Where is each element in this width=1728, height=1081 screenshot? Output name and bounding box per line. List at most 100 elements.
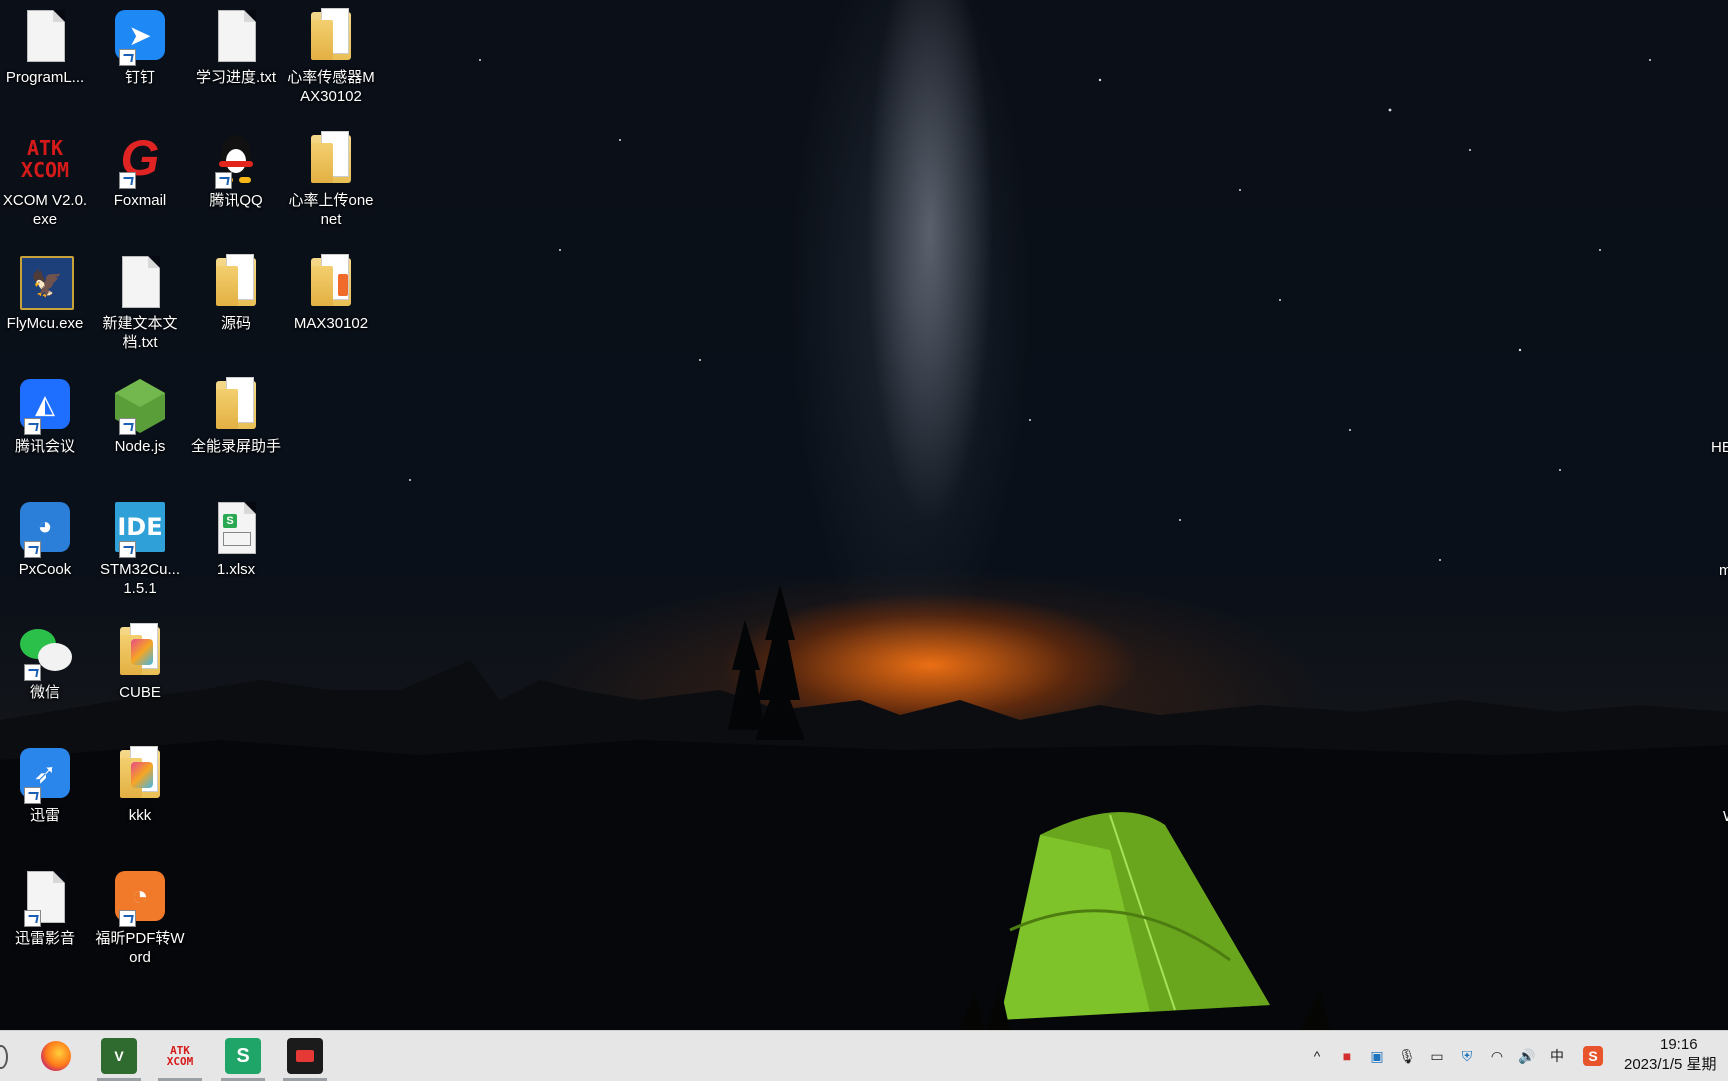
desktop-icon-label: 迅雷 (29, 807, 60, 824)
desktop-icon-qq[interactable]: 腾讯QQ (191, 123, 281, 210)
desktop-icon-study-progress[interactable]: 学习进度.txt (191, 0, 281, 87)
desktop-icon-label: CUBE (119, 684, 161, 701)
pxcook-icon: ◕ (16, 500, 74, 558)
clock-time: 19:16 (1660, 1036, 1698, 1053)
security-shield-icon[interactable]: ⛨ (1457, 1046, 1477, 1066)
taskbar-app-firefox[interactable] (38, 1038, 74, 1074)
folder-icon (207, 254, 265, 312)
desktop-icon-label: 学习进度.txt (195, 69, 276, 86)
edge-icon-label[interactable]: HE (1711, 439, 1728, 456)
desktop-icon-label: 新建文本文档.txt (102, 315, 178, 351)
desktop-icon-nodejs[interactable]: Node.js (95, 369, 185, 456)
recorder-tray-icon[interactable]: ■ (1337, 1046, 1357, 1066)
text-document-icon (16, 869, 74, 927)
desktop-icon-foxmail[interactable]: G Foxmail (95, 123, 185, 210)
text-document-icon (16, 8, 74, 66)
atk-xcom-icon: ATK XCOM (166, 1044, 194, 1068)
desktop-icon-pxcook[interactable]: ◕ PxCook (0, 492, 90, 579)
taskbar-app-xcom[interactable]: ATK XCOM (158, 1038, 202, 1081)
desktop-icon-label: 全能录屏助手 (191, 438, 282, 455)
text-document-icon (111, 254, 169, 312)
microphone-icon[interactable]: 🎙 (1397, 1046, 1417, 1066)
xunlei-bird-icon: ➶ (16, 746, 74, 804)
color-folder-icon (111, 746, 169, 804)
desktop-icon-label: MAX30102 (293, 315, 369, 332)
network-manager-icon[interactable]: ▣ (1367, 1046, 1387, 1066)
desktop-icon-label: 腾讯会议 (14, 438, 75, 455)
taskbar-app-wps-spreadsheet[interactable]: S (221, 1038, 265, 1081)
taskbar: V ATK XCOM S ^ ■ ▣ 🎙 ▭ ⛨ ◠ 🔊 中 S 19:16 2… (0, 1030, 1728, 1081)
atk-xcom-icon: ATK XCOM (20, 136, 70, 182)
ime-chinese-icon[interactable]: 中 (1547, 1046, 1567, 1066)
volume-icon[interactable]: 🔊 (1517, 1046, 1537, 1066)
firefox-icon (41, 1041, 71, 1071)
foxit-pdf-icon: ◔ (111, 869, 169, 927)
desktop-icon-label: FlyMcu.exe (6, 315, 84, 332)
desktop-icon-flymcu[interactable]: 🦅 FlyMcu.exe (0, 246, 90, 333)
desktop-icon-foxit-pdf[interactable]: ◔ 福昕PDF转Word (95, 861, 185, 967)
desktop-icon-label: XCOM V2.0.exe (2, 192, 88, 228)
chevron-up-icon[interactable]: ^ (1307, 1046, 1327, 1066)
edge-icon-label[interactable]: W (1723, 808, 1728, 825)
clock-date: 2023/1/5 星期 (1624, 1056, 1717, 1073)
desktop-icon-programl[interactable]: ProgramL... (0, 0, 90, 87)
stm32cubeide-icon: IDE (111, 500, 169, 558)
desktop-icon-new-text-doc[interactable]: 新建文本文档.txt (95, 246, 185, 352)
desktop-icon-kkk[interactable]: kkk (95, 738, 185, 825)
desktop-icon-source-code[interactable]: 源码 (191, 246, 281, 333)
desktop-icon-label: 微信 (29, 684, 60, 701)
dingtalk-icon: ➤ (111, 8, 169, 66)
desktop-icon-heart-sensor-folder[interactable]: 心率传感器MAX30102 (286, 0, 376, 106)
flymcu-eagle-icon: 🦅 (16, 254, 74, 312)
desktop-icon-xlsx[interactable]: S 1.xlsx (191, 492, 281, 579)
desktop-icon-xcom[interactable]: ATK XCOM XCOM V2.0.exe (0, 123, 90, 229)
desktop-icon-label: Node.js (114, 438, 166, 455)
folder-icon (302, 131, 360, 189)
desktop-icon-label: ProgramL... (5, 69, 85, 86)
foxmail-icon: G (111, 130, 169, 189)
desktop-icon-dingtalk[interactable]: ➤ 钉钉 (95, 0, 185, 87)
desktop-icon-wechat[interactable]: 微信 (0, 615, 90, 702)
folder-icon (302, 8, 360, 66)
qq-penguin-icon (207, 131, 265, 189)
screen-recorder-icon (296, 1050, 314, 1062)
tencent-meeting-icon: ◭ (16, 377, 74, 435)
desktop-icon-label: PxCook (18, 561, 72, 578)
desktop-icon-heart-upload-folder[interactable]: 心率上传onenet (286, 123, 376, 229)
desktop-icon-label: 心率上传onenet (288, 192, 374, 228)
color-folder-icon (111, 623, 169, 681)
desktop-icon-label: 迅雷影音 (14, 930, 75, 947)
desktop-icon-label: 腾讯QQ (209, 192, 263, 209)
nodejs-icon (111, 377, 169, 435)
desktop-icon-label: STM32Cu... 1.5.1 (99, 561, 181, 597)
desktop-icon-stm32cubeide[interactable]: IDE STM32Cu... 1.5.1 (95, 492, 185, 598)
taskbar-clock[interactable]: 19:16 2023/1/5 星期 (1624, 1035, 1728, 1075)
taskbar-app-vivado[interactable]: V (97, 1038, 141, 1081)
desktop-icon-xunlei-player[interactable]: 迅雷影音 (0, 861, 90, 948)
desktop-icon-tencent-meeting[interactable]: ◭ 腾讯会议 (0, 369, 90, 456)
folder-icon (207, 377, 265, 435)
taskbar-app-screen-recorder[interactable] (283, 1038, 327, 1081)
desktop-icon-xunlei[interactable]: ➶ 迅雷 (0, 738, 90, 825)
desktop-icon-label: Foxmail (113, 192, 167, 209)
desktop-icon-label: 心率传感器MAX30102 (287, 69, 375, 105)
desktop-icon-screen-recorder-folder[interactable]: 全能录屏助手 (191, 369, 281, 456)
text-document-icon (207, 8, 265, 66)
desktop-icon-cube[interactable]: CUBE (95, 615, 185, 702)
spreadsheet-icon: S (207, 500, 265, 558)
sogou-ime-icon[interactable]: S (1583, 1046, 1603, 1066)
desktop-icon-label: 源码 (220, 315, 251, 332)
desktop-icon-label: kkk (128, 807, 152, 824)
wps-spreadsheet-icon: S (236, 1044, 250, 1067)
search-icon[interactable] (0, 1045, 8, 1069)
desktop-icon-max30102-folder[interactable]: MAX30102 (286, 246, 376, 333)
folder-icon (302, 254, 360, 312)
desktop-icon-label: 福昕PDF转Word (95, 930, 185, 966)
wechat-icon (16, 623, 74, 681)
battery-icon[interactable]: ▭ (1427, 1046, 1447, 1066)
vivado-icon: V (114, 1048, 124, 1064)
desktop-icon-label: 钉钉 (124, 69, 155, 86)
wifi-icon[interactable]: ◠ (1487, 1046, 1507, 1066)
edge-icon-label[interactable]: m (1719, 562, 1728, 579)
desktop-icon-label: 1.xlsx (216, 561, 256, 578)
